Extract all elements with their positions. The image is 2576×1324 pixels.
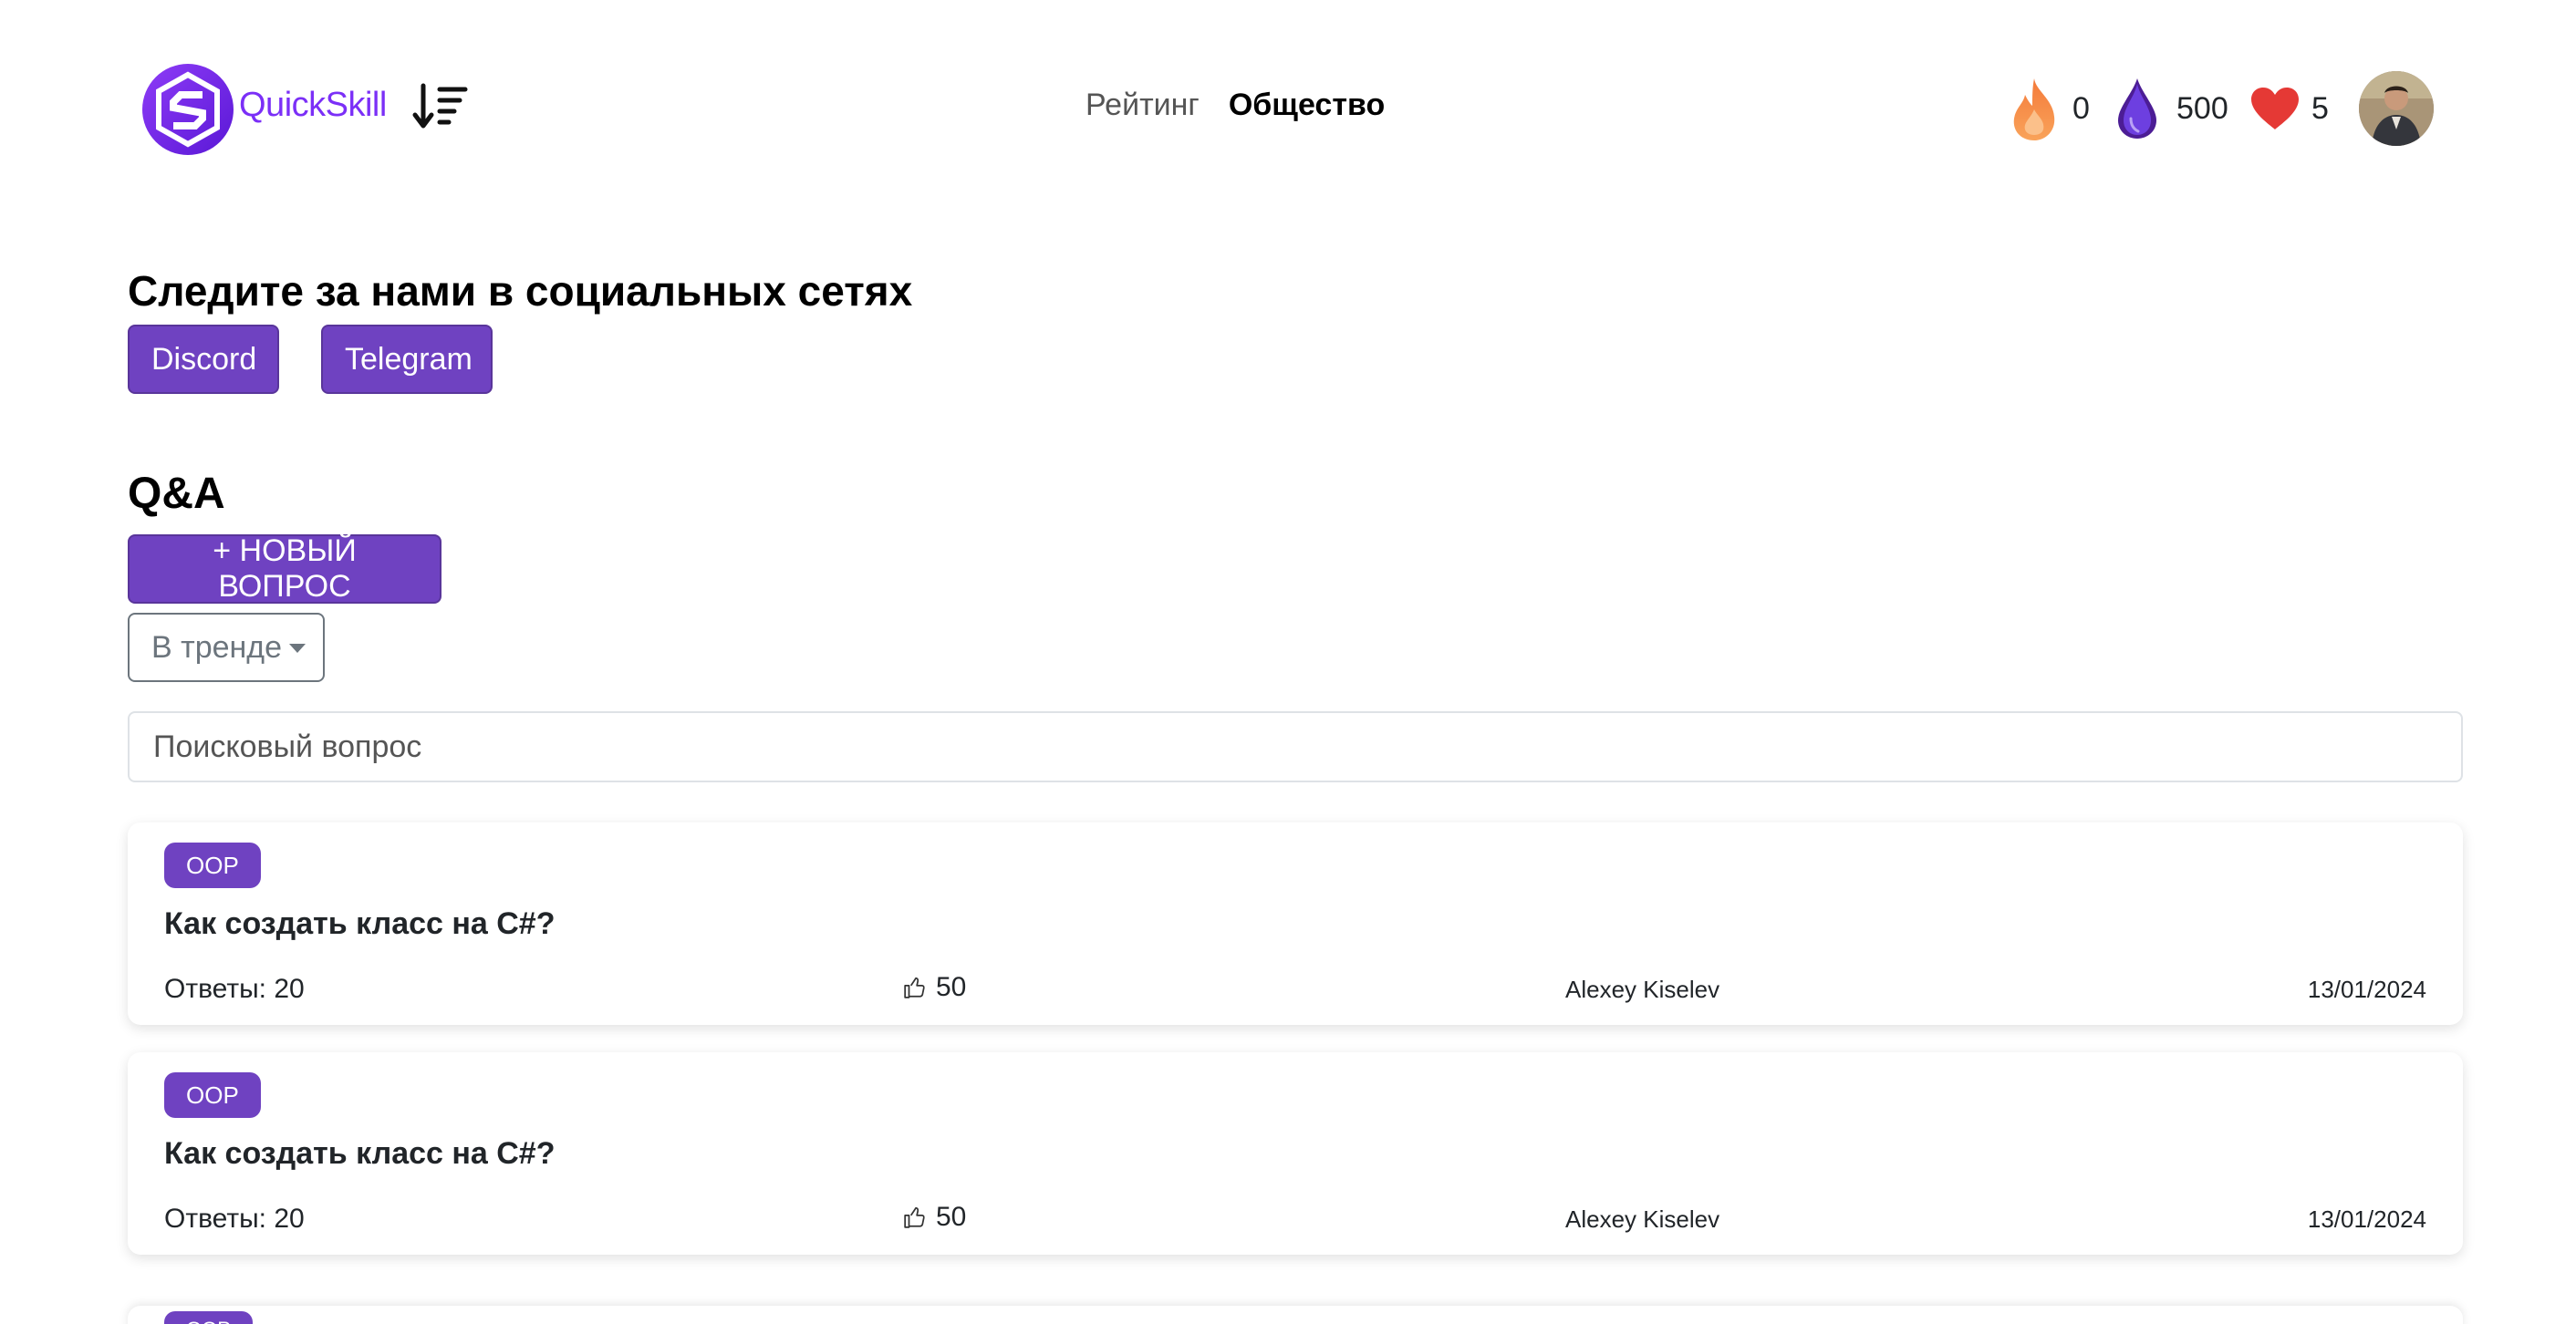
caret-down-icon	[289, 644, 306, 653]
question-title[interactable]: Как создать класс на C#?	[164, 906, 556, 942]
top-navbar: QuickSkill Рейтинг Общество 0 500 5	[0, 0, 2576, 219]
likes-count: 50	[936, 972, 967, 1002]
streak-count: 0	[2072, 91, 2090, 126]
nav-community[interactable]: Общество	[1229, 88, 1385, 123]
topic-tag[interactable]: OOP	[164, 843, 261, 888]
author-name[interactable]: Alexey Kiselev	[1565, 976, 1719, 1004]
question-card[interactable]: OOP Как создать класс на C#? Ответы: 20 …	[128, 1052, 2463, 1255]
brand-name[interactable]: QuickSkill	[239, 86, 387, 125]
post-date: 13/01/2024	[2307, 976, 2426, 1003]
topic-tag[interactable]: OOP	[164, 1311, 253, 1324]
main-nav: Рейтинг Общество	[1085, 88, 1385, 123]
answers-count: Ответы: 20	[164, 974, 305, 1004]
like-button[interactable]: 50	[903, 1202, 966, 1233]
thumbs-up-icon	[904, 1206, 925, 1228]
gems-count: 500	[2176, 91, 2228, 126]
author-name[interactable]: Alexey Kiselev	[1565, 1205, 1719, 1234]
question-search-input[interactable]	[128, 711, 2463, 782]
question-card[interactable]: OOP Как создать класс на C#? Ответы: 20 …	[128, 822, 2463, 1025]
avatar-image	[2359, 71, 2434, 146]
quickskill-logo-icon[interactable]	[140, 62, 235, 157]
dropdown-label: В тренде	[151, 629, 283, 665]
likes-count: 50	[936, 1202, 967, 1232]
question-card[interactable]: OOP	[128, 1306, 2463, 1324]
social-section-title: Следите за нами в социальных сетях	[128, 267, 913, 315]
sort-descending-icon[interactable]	[412, 82, 469, 133]
thumbs-up-icon	[904, 977, 925, 998]
post-date: 13/01/2024	[2307, 1205, 2426, 1233]
telegram-button[interactable]: Telegram	[321, 325, 493, 394]
answers-count: Ответы: 20	[164, 1204, 305, 1234]
nav-rating[interactable]: Рейтинг	[1085, 88, 1200, 123]
user-avatar[interactable]	[2359, 71, 2434, 146]
lives-count: 5	[2311, 91, 2329, 126]
new-question-button[interactable]: + НОВЫЙ ВОПРОС	[128, 533, 441, 604]
heart-icon	[2251, 88, 2299, 129]
water-drop-icon	[2118, 78, 2156, 139]
like-button[interactable]: 50	[903, 972, 966, 1003]
question-title[interactable]: Как создать класс на C#?	[164, 1136, 556, 1172]
sort-filter-dropdown[interactable]: В тренде	[128, 613, 325, 682]
flame-icon	[2013, 78, 2055, 140]
qa-section-title: Q&A	[128, 470, 225, 518]
discord-button[interactable]: Discord	[128, 325, 279, 394]
topic-tag[interactable]: OOP	[164, 1072, 261, 1118]
